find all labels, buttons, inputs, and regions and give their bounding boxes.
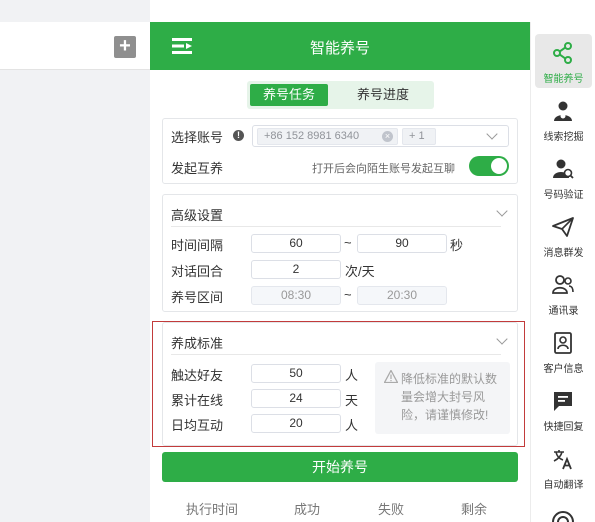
start-nurture-button[interactable]: 开始养号: [162, 452, 518, 482]
highlight-frame: [152, 321, 525, 447]
sidebar-item-contacts[interactable]: 通讯录: [535, 266, 592, 320]
account-more-tag: + 1: [402, 128, 436, 145]
interval-max-input[interactable]: 90: [357, 234, 447, 253]
account-tag: +86 152 8981 6340 ×: [257, 128, 398, 145]
sidebar-label: 号码验证: [543, 190, 584, 201]
send-icon: [552, 217, 574, 237]
interval-min-input[interactable]: 60: [251, 234, 341, 253]
interval-label: 时间间隔: [171, 238, 224, 253]
range-end-input[interactable]: 20:30: [357, 286, 447, 305]
chevron-down-icon[interactable]: [496, 205, 508, 217]
advanced-settings-card: 高级设置 时间间隔 60 ~ 90 秒 对话回合 2 次/天 养号区间 08:3…: [162, 194, 518, 312]
sidebar-item-smart-nurture[interactable]: 智能养号: [535, 34, 592, 88]
sidebar-label: 客户信息: [543, 364, 584, 375]
col-success: 成功: [294, 502, 321, 517]
account-tag-text: +86 152 8981 6340: [264, 130, 360, 142]
sidebar-label: 线索挖掘: [543, 132, 584, 143]
account-more-text: + 1: [409, 130, 425, 142]
col-exec-time: 执行时间: [186, 502, 239, 517]
sidebar-label: 智能养号: [543, 74, 584, 85]
browser-content-area: +: [0, 0, 150, 522]
smart-nurture-panel: 智能养号 养号任务 养号进度 选择账号 ! +86 152 8981 6340 …: [150, 22, 530, 522]
sidebar-label: 快捷回复: [543, 422, 584, 433]
divider: [171, 226, 501, 227]
account-select[interactable]: +86 152 8981 6340 × + 1: [252, 125, 509, 147]
sidebar-label: 消息群发: [543, 248, 584, 259]
tab-nurture-progress[interactable]: 养号进度: [342, 84, 424, 106]
interval-unit: 秒: [450, 238, 464, 253]
customer-info-icon: [554, 332, 572, 354]
tab-nurture-task[interactable]: 养号任务: [250, 84, 328, 106]
col-fail: 失败: [378, 502, 405, 517]
sidebar-label: 自动翻译: [543, 480, 584, 491]
task-tabs: 养号任务 养号进度: [247, 81, 434, 109]
info-icon[interactable]: !: [233, 130, 244, 141]
remove-tag-icon[interactable]: ×: [382, 131, 393, 142]
range-label: 养号区间: [171, 290, 224, 305]
user-verify-icon: [553, 159, 574, 179]
sidebar-item-number-verify[interactable]: 号码验证: [535, 150, 592, 204]
sidebar-item-broadcast[interactable]: 消息群发: [535, 208, 592, 262]
account-label: 选择账号: [171, 130, 224, 145]
sidebar-item-customer-info[interactable]: 客户信息: [535, 324, 592, 378]
contacts-icon: [552, 275, 574, 294]
sidebar-item-lead-mining[interactable]: 线索挖掘: [535, 92, 592, 146]
advanced-title: 高级设置: [171, 208, 224, 223]
translate-icon: [553, 450, 572, 470]
col-remaining: 剩余: [461, 502, 488, 517]
mutual-toggle[interactable]: [469, 156, 509, 176]
quick-reply-icon: [554, 392, 572, 411]
rounds-label: 对话回合: [171, 264, 224, 279]
mutual-label: 发起互养: [171, 161, 224, 176]
rounds-unit: 次/天: [345, 264, 375, 279]
share-icon: [553, 42, 572, 64]
right-sidebar: 智能养号 线索挖掘 号码验证 消息群发 通讯录 客户信息 快捷回复 自动翻译: [530, 22, 595, 522]
sidebar-label: 通讯录: [548, 306, 579, 317]
panel-title: 智能养号: [309, 40, 370, 57]
sidebar-item-quick-reply[interactable]: 快捷回复: [535, 382, 592, 436]
range-start-input[interactable]: 08:30: [251, 286, 341, 305]
range-tilde: ~: [344, 287, 352, 302]
chevron-down-icon[interactable]: [486, 128, 498, 140]
user-search-icon: [554, 101, 572, 121]
sidebar-item-auto-translate[interactable]: 自动翻译: [535, 440, 592, 494]
mutual-hint: 打开后会向陌生账号发起互聊: [312, 163, 455, 175]
account-card: 选择账号 ! +86 152 8981 6340 × + 1 发起互养 打开后会…: [162, 118, 518, 184]
interval-tilde: ~: [344, 235, 352, 250]
partial-icon: [552, 511, 574, 522]
rounds-input[interactable]: 2: [251, 260, 341, 279]
add-tab-icon[interactable]: +: [114, 36, 136, 58]
panel-header: 智能养号: [150, 22, 530, 70]
